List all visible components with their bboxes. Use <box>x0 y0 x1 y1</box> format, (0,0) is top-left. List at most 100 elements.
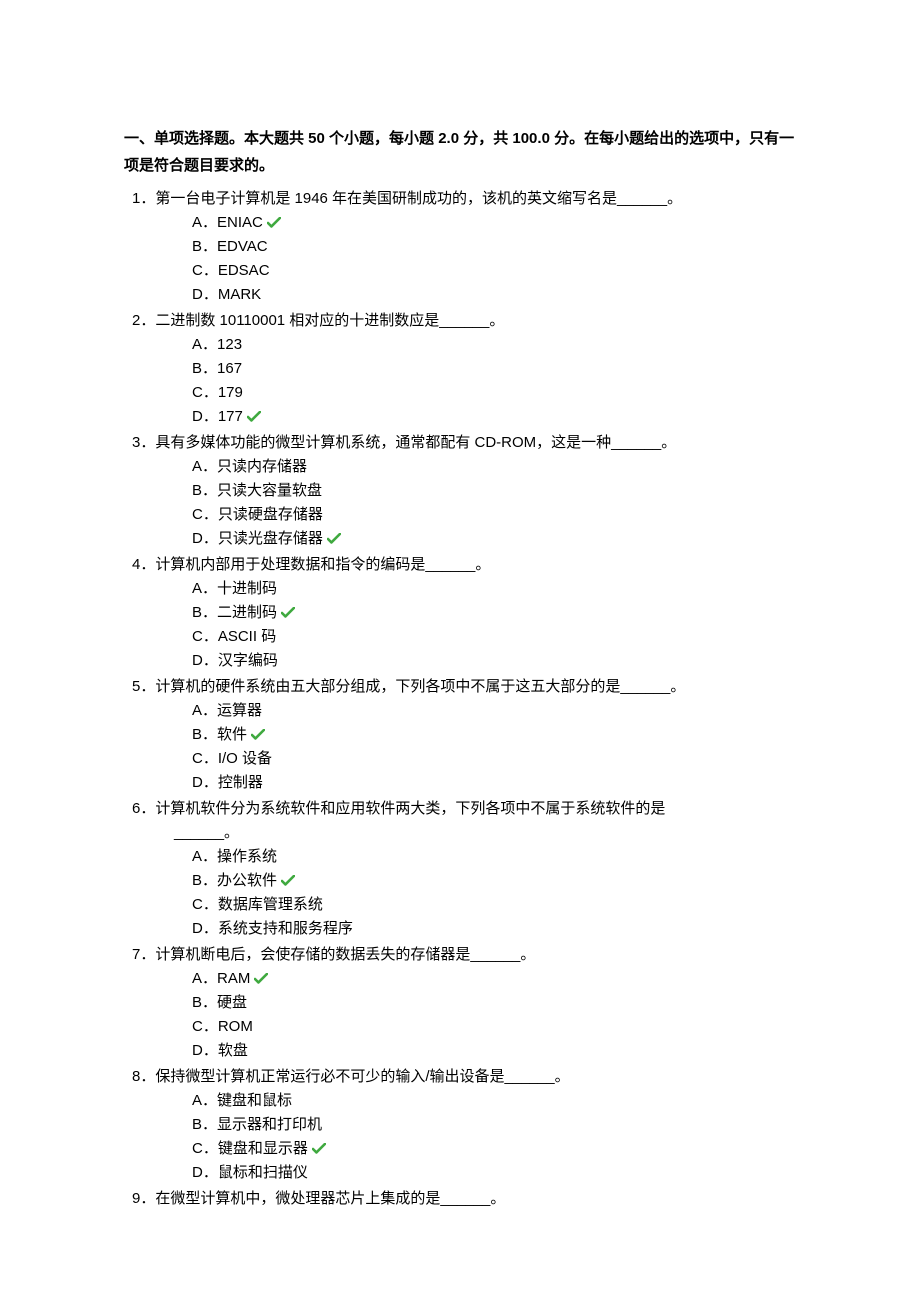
option-label: D． <box>192 286 218 303</box>
option-text: D．鼠标和扫描仪 <box>192 1161 308 1185</box>
option-value: ENIAC <box>217 214 263 231</box>
option-row: C．ASCII 码 <box>192 625 796 649</box>
question-number: 5． <box>132 678 155 695</box>
question-number: 9． <box>132 1190 155 1207</box>
option-row: B．只读大容量软盘 <box>192 479 796 503</box>
question-block: 3．具有多媒体功能的微型计算机系统，通常都配有 CD-ROM，这是一种_____… <box>124 431 796 551</box>
question-stem: 2．二进制数 10110001 相对应的十进制数应是______。 <box>124 309 796 333</box>
option-text: B．显示器和打印机 <box>192 1113 322 1137</box>
option-value: RAM <box>217 970 250 987</box>
option-value: 只读硬盘存储器 <box>218 506 323 523</box>
option-label: A． <box>192 580 217 597</box>
question-text: 第一台电子计算机是 1946 年在美国研制成功的，该机的英文缩写名是______… <box>155 190 682 207</box>
option-value: 汉字编码 <box>218 652 278 669</box>
option-row: A．ENIAC <box>192 211 796 235</box>
question-number: 3． <box>132 434 155 451</box>
option-row: B．硬盘 <box>192 991 796 1015</box>
options-list: A．键盘和鼠标B．显示器和打印机C．键盘和显示器D．鼠标和扫描仪 <box>124 1089 796 1185</box>
option-row: C．179 <box>192 381 796 405</box>
question-stem: 5．计算机的硬件系统由五大部分组成，下列各项中不属于这五大部分的是______。 <box>124 675 796 699</box>
option-value: 177 <box>218 408 243 425</box>
option-label: B． <box>192 482 217 499</box>
question-text-continued: ______。 <box>124 821 796 845</box>
option-label: C． <box>192 1140 218 1157</box>
option-label: A． <box>192 214 217 231</box>
option-row: A．十进制码 <box>192 577 796 601</box>
option-value: 只读大容量软盘 <box>217 482 322 499</box>
option-label: A． <box>192 1092 217 1109</box>
question-block: 9．在微型计算机中，微处理器芯片上集成的是______。 <box>124 1187 796 1211</box>
question-block: 6．计算机软件分为系统软件和应用软件两大类，下列各项中不属于系统软件的是 ____… <box>124 797 796 941</box>
option-value: 十进制码 <box>217 580 277 597</box>
question-text: 具有多媒体功能的微型计算机系统，通常都配有 CD-ROM，这是一种______。 <box>155 434 676 451</box>
option-text: B．EDVAC <box>192 235 268 259</box>
option-text: A．十进制码 <box>192 577 277 601</box>
option-text: C．179 <box>192 381 243 405</box>
question-number: 6． <box>132 800 155 817</box>
questions-list: 1．第一台电子计算机是 1946 年在美国研制成功的，该机的英文缩写名是____… <box>124 187 796 1211</box>
options-list: A．操作系统B．办公软件C．数据库管理系统D．系统支持和服务程序 <box>124 845 796 941</box>
option-text: B．167 <box>192 357 242 381</box>
option-label: B． <box>192 872 217 889</box>
option-row: D．只读光盘存储器 <box>192 527 796 551</box>
option-row: D．鼠标和扫描仪 <box>192 1161 796 1185</box>
option-row: C．I/O 设备 <box>192 747 796 771</box>
check-icon <box>281 607 295 619</box>
option-label: A． <box>192 970 217 987</box>
option-text: B．硬盘 <box>192 991 247 1015</box>
option-text: D．控制器 <box>192 771 263 795</box>
option-label: C． <box>192 896 218 913</box>
option-text: B．软件 <box>192 723 247 747</box>
option-text: A．只读内存储器 <box>192 455 307 479</box>
option-label: A． <box>192 458 217 475</box>
question-text: 二进制数 10110001 相对应的十进制数应是______。 <box>155 312 504 329</box>
option-label: B． <box>192 604 217 621</box>
option-text: D．177 <box>192 405 243 429</box>
option-row: B．二进制码 <box>192 601 796 625</box>
question-stem: 1．第一台电子计算机是 1946 年在美国研制成功的，该机的英文缩写名是____… <box>124 187 796 211</box>
options-list: A．只读内存储器B．只读大容量软盘C．只读硬盘存储器D．只读光盘存储器 <box>124 455 796 551</box>
option-label: C． <box>192 384 218 401</box>
question-block: 1．第一台电子计算机是 1946 年在美国研制成功的，该机的英文缩写名是____… <box>124 187 796 307</box>
option-row: B．办公软件 <box>192 869 796 893</box>
question-text: 计算机内部用于处理数据和指令的编码是______。 <box>155 556 490 573</box>
section-header: 一、单项选择题。本大题共 50 个小题，每小题 2.0 分，共 100.0 分。… <box>124 125 796 179</box>
options-list: A．运算器B．软件C．I/O 设备D．控制器 <box>124 699 796 795</box>
option-text: B．办公软件 <box>192 869 277 893</box>
option-row: D．系统支持和服务程序 <box>192 917 796 941</box>
option-row: A．只读内存储器 <box>192 455 796 479</box>
option-label: A． <box>192 848 217 865</box>
option-value: 控制器 <box>218 774 263 791</box>
option-label: B． <box>192 726 217 743</box>
option-value: 179 <box>218 384 243 401</box>
question-stem: 9．在微型计算机中，微处理器芯片上集成的是______。 <box>124 1187 796 1211</box>
option-row: B．显示器和打印机 <box>192 1113 796 1137</box>
option-row: A．运算器 <box>192 699 796 723</box>
option-label: A． <box>192 702 217 719</box>
option-label: C． <box>192 750 218 767</box>
question-text: 计算机断电后，会使存储的数据丢失的存储器是______。 <box>155 946 535 963</box>
option-value: 运算器 <box>217 702 262 719</box>
option-text: D．汉字编码 <box>192 649 278 673</box>
option-row: D．MARK <box>192 283 796 307</box>
option-label: C． <box>192 1018 218 1035</box>
option-text: C．数据库管理系统 <box>192 893 323 917</box>
question-text: 计算机软件分为系统软件和应用软件两大类，下列各项中不属于系统软件的是 <box>155 800 665 817</box>
option-value: 123 <box>217 336 242 353</box>
option-value: 硬盘 <box>217 994 247 1011</box>
option-text: C．ASCII 码 <box>192 625 276 649</box>
option-row: D．控制器 <box>192 771 796 795</box>
option-text: B．二进制码 <box>192 601 277 625</box>
options-list: A．123B．167C．179D．177 <box>124 333 796 429</box>
option-value: ROM <box>218 1018 253 1035</box>
option-value: 只读内存储器 <box>217 458 307 475</box>
check-icon <box>251 729 265 741</box>
option-row: C．ROM <box>192 1015 796 1039</box>
option-text: D．系统支持和服务程序 <box>192 917 353 941</box>
option-value: EDVAC <box>217 238 268 255</box>
option-text: C．EDSAC <box>192 259 270 283</box>
option-text: C．I/O 设备 <box>192 747 272 771</box>
options-list: A．RAMB．硬盘C．ROMD．软盘 <box>124 967 796 1063</box>
option-row: C．数据库管理系统 <box>192 893 796 917</box>
option-row: D．177 <box>192 405 796 429</box>
